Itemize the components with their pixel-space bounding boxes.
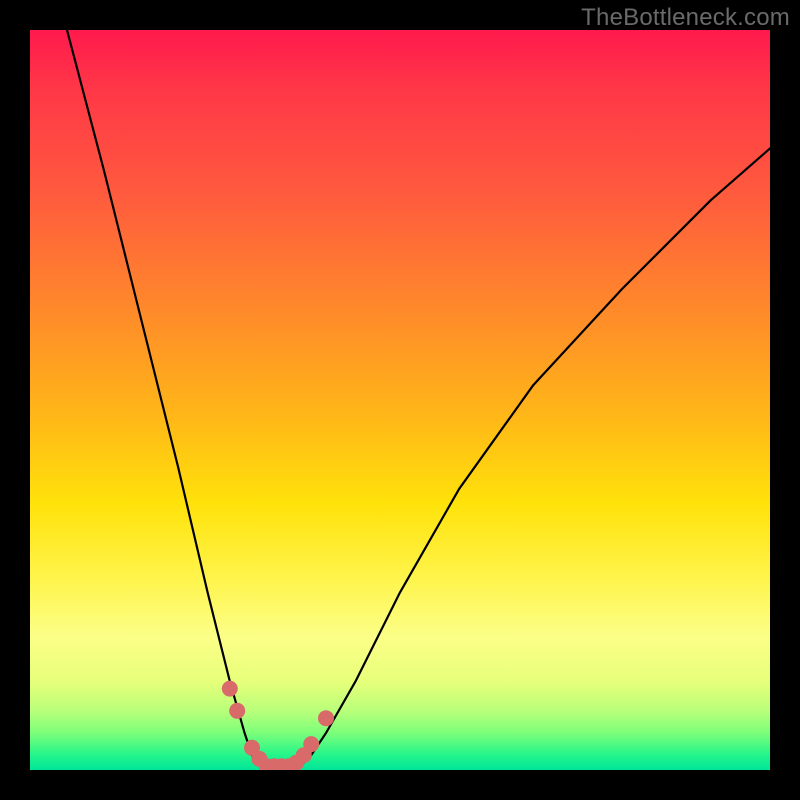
watermark-text: TheBottleneck.com [581,4,790,32]
chart-frame: TheBottleneck.com [0,0,800,800]
highlight-point [229,703,245,719]
curve-layer [30,30,770,770]
plot-area [30,30,770,770]
highlight-point [318,710,334,726]
highlight-markers [222,681,334,770]
highlight-point [222,681,238,697]
bottleneck-curve [67,30,770,770]
highlight-point [303,736,319,752]
